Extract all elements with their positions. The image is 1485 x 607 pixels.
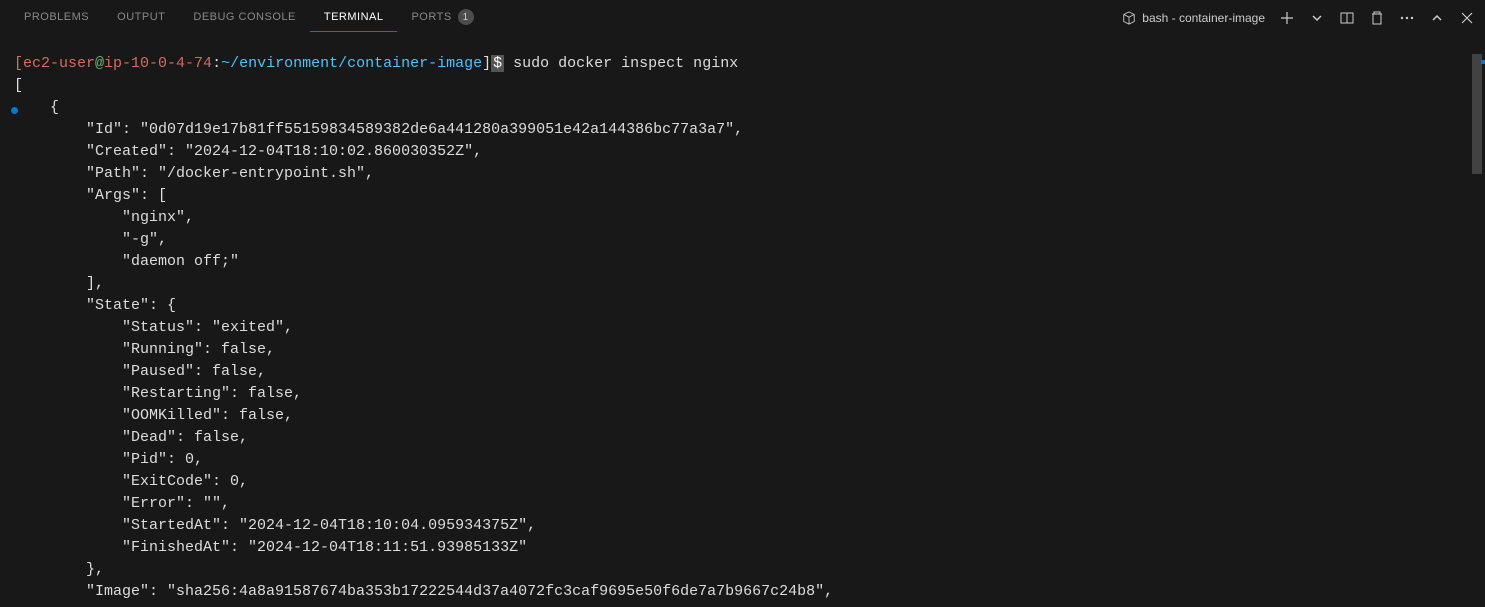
terminal-output[interactable]: [ec2-user@ip-10-0-4-74:~/environment/con… xyxy=(0,35,1485,603)
terminal-toolbar: bash - container-image xyxy=(1122,0,1475,35)
tab-terminal[interactable]: TERMINAL xyxy=(310,3,398,32)
new-terminal-button[interactable] xyxy=(1279,10,1295,26)
tab-ports-label: PORTS xyxy=(411,11,451,23)
prompt-user: [ec2-user xyxy=(14,55,95,72)
terminal-selector-label: bash - container-image xyxy=(1142,11,1265,25)
output-lines: [ { "Id": "0d07d19e17b81ff55159834589382… xyxy=(14,75,1485,603)
maximize-panel-button[interactable] xyxy=(1429,10,1445,26)
prompt-path: ~/environment/container-image xyxy=(221,55,482,72)
prompt-end: ] xyxy=(482,55,491,72)
tab-output[interactable]: OUTPUT xyxy=(103,3,179,31)
ports-count-badge: 1 xyxy=(458,9,474,25)
more-actions-button[interactable] xyxy=(1399,10,1415,26)
prompt-colon: : xyxy=(212,55,221,72)
dirty-indicator-icon xyxy=(11,107,18,114)
prompt-dollar: $ xyxy=(491,55,504,72)
scroll-marker xyxy=(1481,60,1485,64)
prompt-host: ip-10-0-4-74 xyxy=(104,55,212,72)
split-terminal-button[interactable] xyxy=(1339,10,1355,26)
close-panel-button[interactable] xyxy=(1459,10,1475,26)
scrollbar-thumb[interactable] xyxy=(1472,54,1482,174)
tab-problems[interactable]: PROBLEMS xyxy=(10,3,103,31)
kill-terminal-button[interactable] xyxy=(1369,10,1385,26)
tab-debug-console[interactable]: DEBUG CONSOLE xyxy=(179,3,309,31)
command-text: sudo docker inspect nginx xyxy=(504,55,738,72)
cube-icon xyxy=(1122,11,1136,25)
chevron-down-icon[interactable] xyxy=(1309,10,1325,26)
tab-ports[interactable]: PORTS 1 xyxy=(397,1,487,33)
prompt-at: @ xyxy=(95,55,104,72)
terminal-selector[interactable]: bash - container-image xyxy=(1122,11,1265,25)
